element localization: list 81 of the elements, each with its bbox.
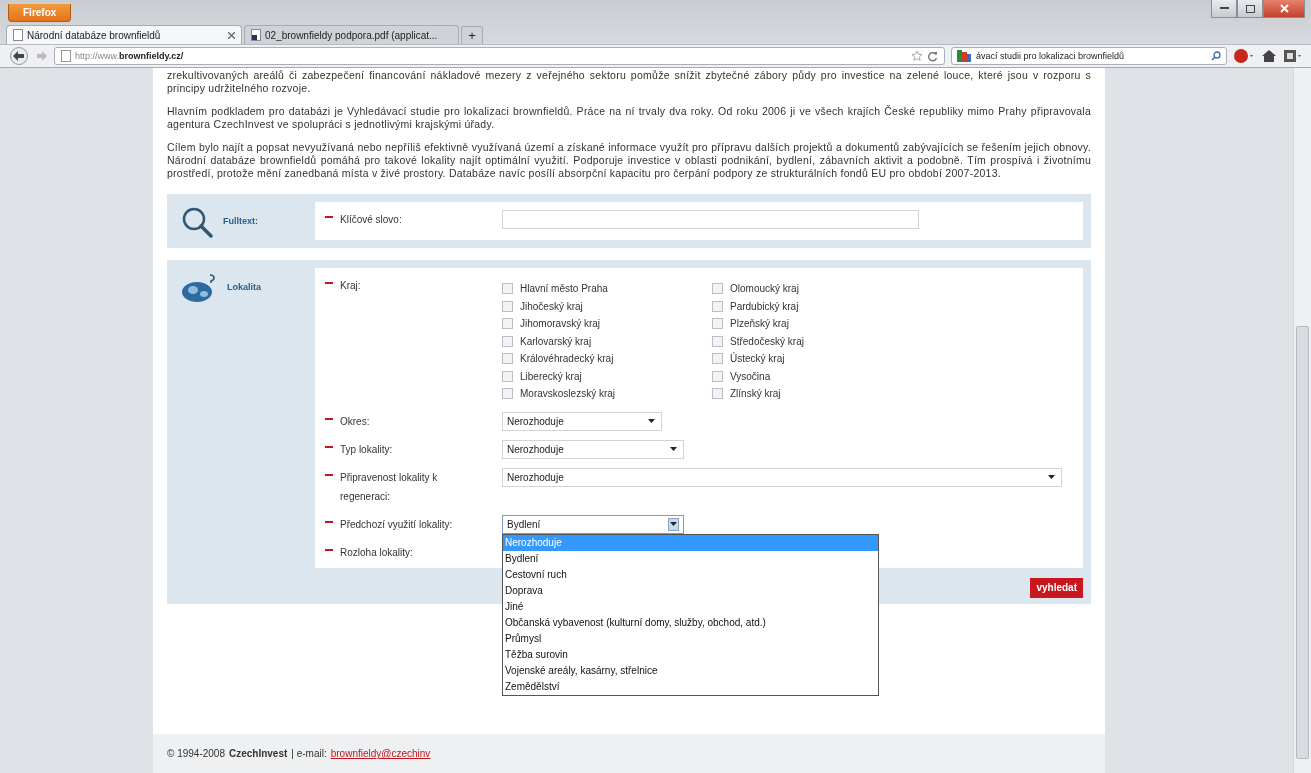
checkbox[interactable] bbox=[712, 388, 723, 400]
url-text: http://www.brownfieldy.cz/ bbox=[75, 51, 184, 61]
checkbox[interactable] bbox=[712, 318, 723, 330]
checkbox-label: Jihočeský kraj bbox=[520, 300, 583, 312]
checkbox[interactable] bbox=[712, 335, 723, 347]
checkbox-label: Vysočina bbox=[730, 370, 771, 382]
field-label: Připravenost lokality k regeneraci: bbox=[340, 470, 439, 504]
bookmarks-icon[interactable] bbox=[1283, 49, 1303, 63]
checkbox[interactable] bbox=[712, 283, 723, 295]
page-icon bbox=[13, 29, 23, 41]
address-bar[interactable]: http://www.brownfieldy.cz/ bbox=[54, 47, 945, 65]
checkbox-label: Moravskoslezský kraj bbox=[520, 388, 616, 400]
checkbox[interactable] bbox=[502, 370, 513, 382]
field-label: Rozloha lokality: bbox=[340, 545, 413, 560]
panel-title: Fulltext: bbox=[223, 216, 258, 226]
search-button[interactable]: vyhledat bbox=[1030, 577, 1083, 598]
checkbox-label: Plzeňský kraj bbox=[730, 318, 789, 330]
maximize-button[interactable] bbox=[1237, 0, 1263, 18]
checkbox[interactable] bbox=[502, 318, 513, 330]
maximize-icon bbox=[1245, 4, 1255, 13]
field-label: Předchozí využití lokality: bbox=[340, 517, 453, 532]
dropdown[interactable]: Nerozhoduje bbox=[502, 411, 662, 431]
checkbox[interactable] bbox=[502, 283, 513, 295]
company-name: CzechInvest bbox=[228, 748, 288, 759]
caret-icon bbox=[670, 522, 677, 526]
checkbox[interactable] bbox=[502, 300, 513, 312]
checkbox-label: Zlínský kraj bbox=[730, 388, 781, 400]
star-icon[interactable] bbox=[911, 50, 923, 62]
browser-tab[interactable]: Národní databáze brownfieldů bbox=[6, 25, 242, 44]
checkbox[interactable] bbox=[712, 353, 723, 365]
field-label: Typ lokality: bbox=[340, 442, 393, 457]
panel-title: Lokalita bbox=[227, 282, 261, 292]
search-icon[interactable] bbox=[1211, 51, 1221, 61]
checkbox[interactable] bbox=[502, 335, 513, 347]
new-tab-button[interactable]: + bbox=[461, 26, 483, 44]
back-icon[interactable] bbox=[8, 47, 30, 65]
scrollbar[interactable] bbox=[1293, 68, 1311, 773]
checkbox[interactable] bbox=[502, 388, 513, 400]
paragraph: Cílem bylo najít a popsat nevyužívaná nebo nepříliš efektivně využívaná území a získané informace využít pro přípravu dalších projektů a dokumentů zabývajících se řešením jejich obnovy. Národní databáze brownfieldů pomáhá pro takové lokality najít optimální využití. Podporuje investice v oblasti podnikání, bydlení, zábavních aktivit a podobně. Tím prospívá i životnímu prostředí, protože mění zanedbaná místa v živé prostory. Databáze navíc posílí absorpční kapacitu pro čerpání podpory ze strukturálních fondů EU pro období 2007-2013. bbox=[167, 141, 1091, 180]
field-label: Okres: bbox=[340, 414, 370, 429]
checkbox[interactable] bbox=[712, 370, 723, 382]
email-label: | e-mail: bbox=[291, 748, 327, 759]
close-button[interactable] bbox=[1263, 0, 1305, 18]
forward-icon[interactable] bbox=[36, 50, 48, 62]
checkbox-label: Pardubický kraj bbox=[730, 300, 799, 312]
caret-icon bbox=[1048, 475, 1055, 479]
checkbox-label: Jihomoravský kraj bbox=[520, 318, 601, 330]
home-icon[interactable] bbox=[1261, 49, 1277, 63]
caret-icon bbox=[648, 419, 655, 423]
addon-icon[interactable] bbox=[1233, 48, 1255, 64]
paragraph: Hlavním podkladem pro databázi je Vyhledávací studie pro lokalizaci brownfieldů. Práce na ní trvaly dva roky. Od roku 2006 ji ve všech krajích České republiky mimo Prahy připravovala agentura CzechInvest ve spolupráci s jednotlivými krajskými úřady. bbox=[167, 105, 1091, 131]
browser-tab[interactable]: 02_brownfieldy podpora.pdf (applicat... bbox=[244, 25, 459, 44]
close-icon bbox=[1279, 4, 1289, 13]
page-icon bbox=[61, 50, 71, 62]
email-link[interactable]: brownfieldy@czechinv bbox=[330, 748, 431, 759]
search-engine-icon bbox=[957, 50, 971, 62]
checkbox[interactable] bbox=[502, 353, 513, 365]
search-field[interactable]: ávací studii pro lokalizaci brownfieldů bbox=[951, 47, 1227, 65]
minimize-icon bbox=[1219, 7, 1229, 10]
caret-icon bbox=[670, 447, 677, 451]
field-label: Kraj: bbox=[340, 279, 361, 293]
checkbox-label: Hlavní město Praha bbox=[520, 283, 608, 295]
keyword-field[interactable] bbox=[502, 210, 919, 229]
checkbox-label: Liberecký kraj bbox=[520, 370, 582, 382]
checkbox-label: Královéhradecký kraj bbox=[520, 353, 614, 365]
reload-icon[interactable] bbox=[927, 50, 938, 62]
checkbox-label: Olomoucký kraj bbox=[730, 283, 799, 295]
checkbox-label: Středočeský kraj bbox=[730, 335, 804, 347]
search-icon bbox=[181, 206, 215, 240]
minimize-button[interactable] bbox=[1211, 0, 1237, 18]
field-label: Klíčové slovo: bbox=[340, 213, 402, 227]
checkbox[interactable] bbox=[712, 300, 723, 312]
paragraph: zrekultivovaných areálů či zabezpečení financování nákladové mezery z veřejného sektoru pomůže snížit zbytečné zábory půdy pro investice na zelené louce, které jsou v rozporu s principy udržitelného rozvoje. bbox=[167, 69, 1091, 95]
document-icon bbox=[251, 29, 261, 41]
dropdown[interactable]: Bydlení bbox=[502, 514, 684, 534]
checkbox-label: Karlovarský kraj bbox=[520, 335, 592, 347]
close-icon[interactable] bbox=[228, 31, 235, 39]
checkbox-label: Ústecký kraj bbox=[730, 353, 785, 365]
dropdown[interactable]: Nerozhoduje bbox=[502, 467, 1062, 487]
dropdown[interactable]: Nerozhoduje bbox=[502, 439, 684, 459]
copyright-text: © 1994-2008 bbox=[167, 748, 225, 759]
